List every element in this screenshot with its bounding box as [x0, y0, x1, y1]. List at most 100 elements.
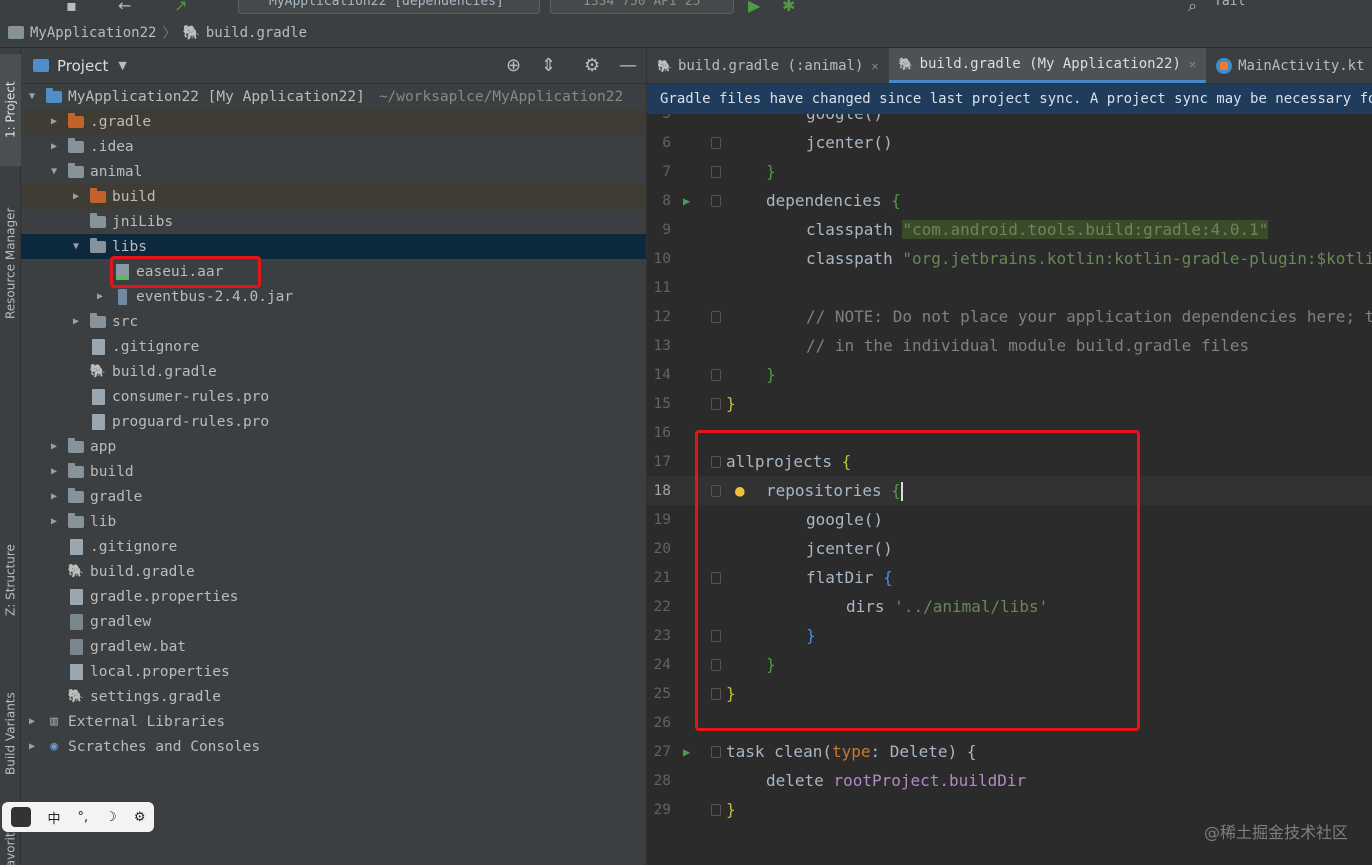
module-folder-icon [67, 437, 85, 455]
collapse-all-icon[interactable]: ⇕ [541, 55, 556, 76]
tree-row-proguard-rules[interactable]: proguard-rules.pro [21, 409, 646, 434]
run-config-select[interactable]: MyApplication22 [dependencies] [238, 0, 540, 14]
chevron-right-icon[interactable]: ▶ [69, 316, 83, 327]
fold-marker[interactable] [711, 368, 721, 381]
line-number: 10 [653, 250, 671, 267]
module-folder-icon [45, 87, 63, 105]
line-number: 9 [662, 221, 671, 238]
line-number: 28 [653, 772, 671, 789]
tree-label: consumer-rules.pro [112, 388, 270, 405]
moon-icon[interactable]: ☽ [105, 810, 117, 825]
line-number: 8 [662, 192, 671, 209]
chevron-right-icon[interactable]: ▶ [25, 741, 39, 752]
breadcrumb-file[interactable]: build.gradle [206, 25, 307, 41]
line-number: 25 [653, 685, 671, 702]
tree-row-gradlew-bat[interactable]: gradlew.bat [21, 634, 646, 659]
tree-row-gradlew[interactable]: gradlew [21, 609, 646, 634]
tab-build-gradle-project[interactable]: 🐘 build.gradle (My Application22) ✕ [888, 48, 1207, 83]
hide-icon[interactable]: — [619, 55, 637, 76]
chevron-right-icon[interactable]: ▶ [47, 116, 61, 127]
run-icon[interactable]: ▶ [748, 0, 760, 15]
chevron-down-icon[interactable]: ▼ [47, 166, 61, 177]
chevron-right-icon[interactable]: ▶ [47, 516, 61, 527]
tree-row-gradle-dir[interactable]: ▶ .gradle [21, 109, 646, 134]
chevron-right-icon[interactable]: ▶ [47, 141, 61, 152]
tab-build-gradle-animal[interactable]: 🐘 build.gradle (:animal) ✕ [647, 48, 889, 83]
project-view-icon [33, 59, 49, 72]
tree-row-gitignore[interactable]: .gitignore [21, 334, 646, 359]
tab-main-activity[interactable]: MainActivity.kt ✕ [1206, 48, 1372, 83]
line-number: 13 [653, 337, 671, 354]
gear-icon[interactable]: ⚙ [134, 810, 146, 825]
line-number: 17 [653, 453, 671, 470]
fold-marker[interactable] [711, 397, 721, 410]
tree-label: External Libraries [68, 713, 226, 730]
ime-language-toggle[interactable]: 中 [48, 808, 61, 827]
chevron-right-icon[interactable]: ▶ [47, 491, 61, 502]
close-icon[interactable]: ✕ [1189, 57, 1196, 71]
tree-row-lib[interactable]: ▶ lib [21, 509, 646, 534]
tab-project[interactable]: 1: Project [0, 54, 21, 166]
device-select[interactable]: 1334 750 API 25 [550, 0, 734, 14]
tree-row-animal-build[interactable]: ▶ build [21, 184, 646, 209]
project-panel-title[interactable]: Project [57, 57, 108, 75]
chevron-right-icon[interactable]: ▶ [25, 716, 39, 727]
tree-row-settings-gradle[interactable]: 🐘 settings.gradle [21, 684, 646, 709]
editor-tabs: 🐘 build.gradle (:animal) ✕ 🐘 build.gradl… [647, 48, 1372, 84]
hammer-icon[interactable]: ↗ [174, 0, 187, 15]
fold-marker[interactable] [711, 165, 721, 178]
run-gutter-icon[interactable]: ▶ [683, 745, 695, 759]
chevron-right-icon[interactable]: ▶ [69, 191, 83, 202]
locate-icon[interactable]: ⊕ [506, 55, 521, 76]
back-icon[interactable]: ← [118, 0, 131, 15]
gear-icon[interactable]: ⚙ [584, 55, 600, 76]
gradle-icon: 🐘 [67, 689, 85, 704]
tree-row-scratches[interactable]: ▶ ◉ Scratches and Consoles [21, 734, 646, 759]
fold-marker[interactable] [711, 194, 721, 207]
chevron-right-icon[interactable]: ▶ [93, 291, 107, 302]
run-gutter-icon[interactable]: ▶ [683, 194, 695, 208]
code-comment: // in the individual module build.gradle… [806, 336, 1250, 355]
line-number: 19 [653, 511, 671, 528]
tree-row-app[interactable]: ▶ app [21, 434, 646, 459]
tab-build-variants[interactable]: Build Variants [0, 666, 21, 801]
tab-structure[interactable]: Z: Structure [0, 518, 21, 643]
tree-label: gradlew.bat [90, 638, 187, 655]
tail-label[interactable]: Tail [1214, 0, 1245, 14]
tree-row-build-gradle[interactable]: 🐘 build.gradle [21, 359, 646, 384]
tree-row-root[interactable]: ▼ MyApplication22 [My Application22] ~/w… [21, 84, 646, 109]
tab-resource-manager[interactable]: Resource Manager [0, 188, 21, 338]
tree-row-build[interactable]: ▶ build [21, 459, 646, 484]
search-icon[interactable]: ⌕ [1188, 0, 1197, 16]
save-icon[interactable]: ▪ [66, 0, 77, 15]
chevron-right-icon[interactable]: ▶ [47, 441, 61, 452]
tree-row-root-build-gradle[interactable]: 🐘 build.gradle [21, 559, 646, 584]
tree-row-external-libraries[interactable]: ▶ ▥ External Libraries [21, 709, 646, 734]
ime-punctuation-toggle[interactable]: °, [78, 810, 89, 825]
chevron-down-icon[interactable]: ▼ [118, 59, 126, 72]
code-line: 28 delete rootProject.buildDir [647, 766, 1372, 795]
tree-row-jnilibs[interactable]: jniLibs [21, 209, 646, 234]
fold-marker[interactable] [711, 310, 721, 323]
tree-row-gradle-properties[interactable]: gradle.properties [21, 584, 646, 609]
chevron-down-icon[interactable]: ▼ [69, 241, 83, 252]
tree-row-gradle[interactable]: ▶ gradle [21, 484, 646, 509]
tree-row-src[interactable]: ▶ src [21, 309, 646, 334]
tree-row-idea[interactable]: ▶ .idea [21, 134, 646, 159]
tree-row-root-gitignore[interactable]: .gitignore [21, 534, 646, 559]
line-number: 14 [653, 366, 671, 383]
close-icon[interactable]: ✕ [871, 59, 878, 73]
debug-icon[interactable]: ✱ [782, 0, 795, 15]
chevron-down-icon[interactable]: ▼ [25, 91, 39, 102]
tree-row-consumer-rules[interactable]: consumer-rules.pro [21, 384, 646, 409]
fold-marker[interactable] [711, 745, 721, 758]
fold-marker[interactable] [711, 136, 721, 149]
chevron-right-icon[interactable]: ▶ [47, 466, 61, 477]
tab-label: MainActivity.kt [1238, 57, 1365, 74]
tree-row-local-properties[interactable]: local.properties [21, 659, 646, 684]
code-line: 13 // in the individual module build.gra… [647, 331, 1372, 360]
fold-marker[interactable] [711, 803, 721, 816]
ime-logo-icon[interactable] [10, 807, 31, 827]
breadcrumb-project[interactable]: MyApplication22 [30, 25, 156, 41]
tree-row-animal[interactable]: ▼ animal [21, 159, 646, 184]
